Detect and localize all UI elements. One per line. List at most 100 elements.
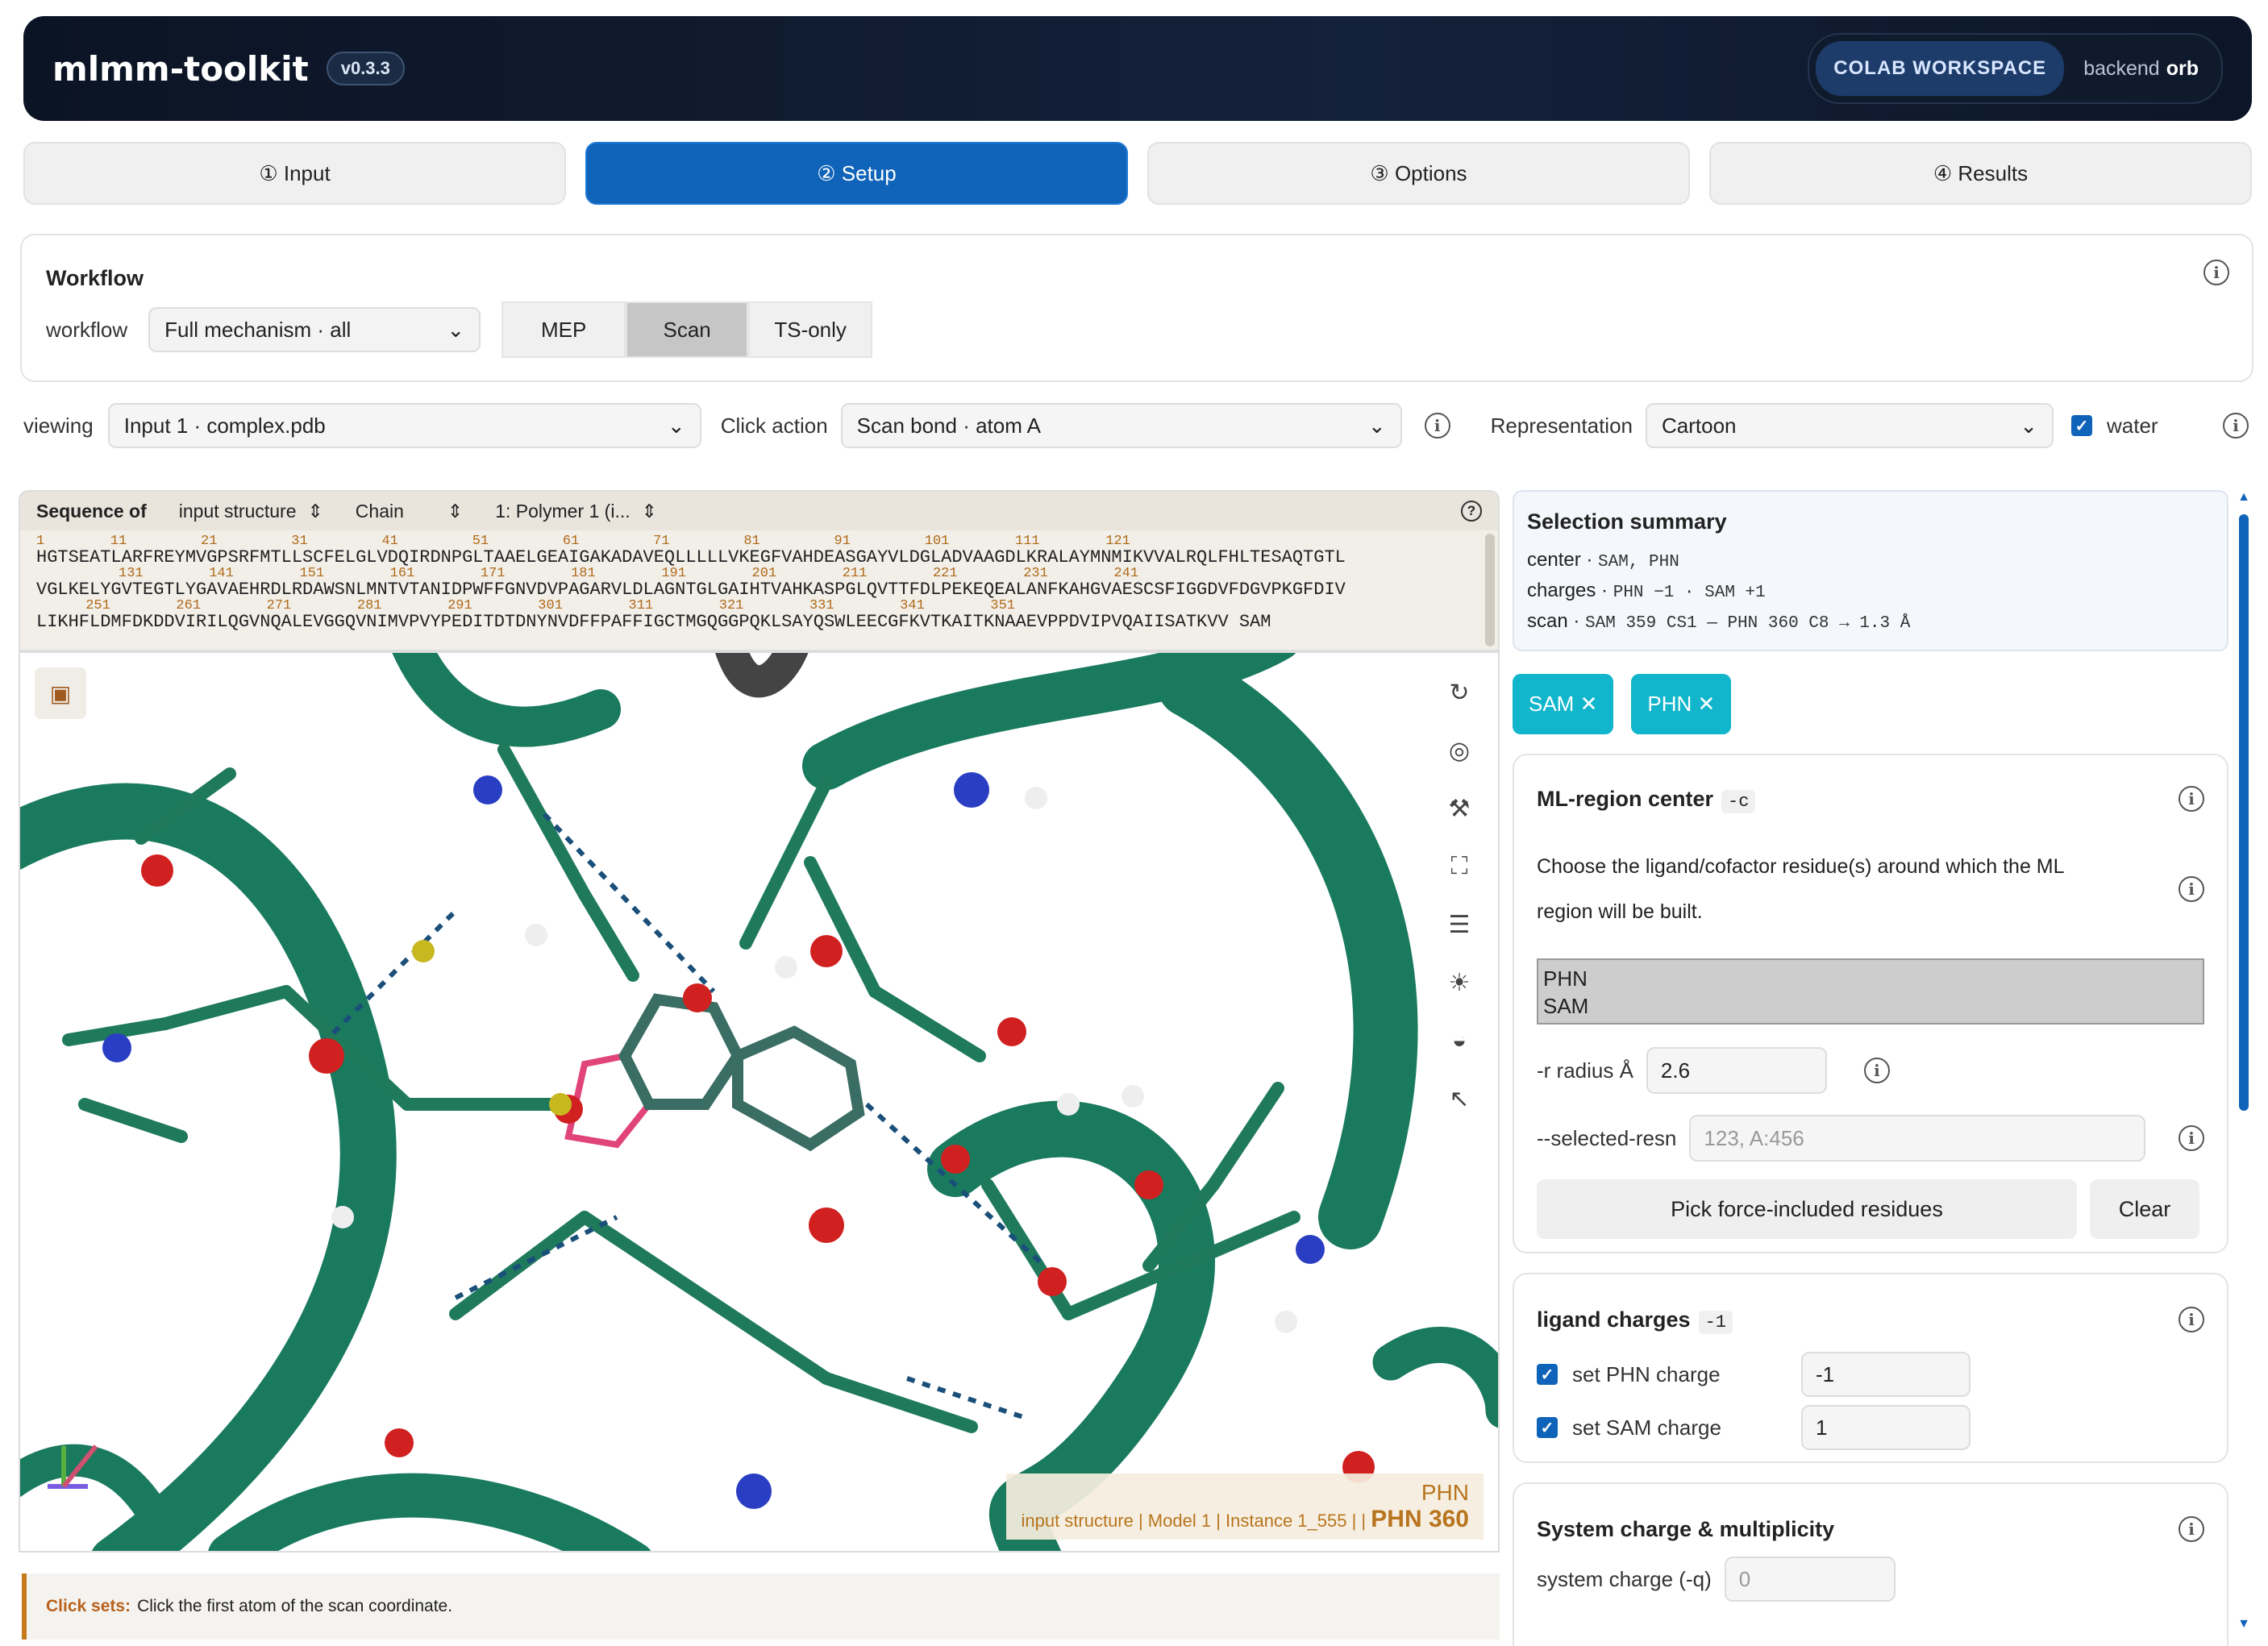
info-icon[interactable]: i (1424, 413, 1450, 439)
mode-mep-button[interactable]: MEP (501, 301, 626, 358)
hydrogen-atom (1275, 1311, 1297, 1333)
residue-chips: SAM ✕ PHN ✕ (1513, 674, 2228, 734)
representation-label: Representation (1490, 413, 1633, 438)
summary-center: center · SAM, PHN (1527, 549, 2214, 572)
info-icon[interactable]: i (2179, 1516, 2204, 1542)
summary-title: Selection summary (1527, 509, 1727, 534)
water-checkbox[interactable]: ✓ (2071, 415, 2092, 436)
playback-icon[interactable]: ▣ (35, 667, 86, 719)
sort-icon: ⇕ (641, 500, 657, 522)
vr-icon[interactable]: ◒ (1435, 1016, 1484, 1066)
representation-select-value: Cartoon (1662, 413, 1737, 438)
sort-icon: ⇕ (447, 500, 464, 522)
selected-resn-input[interactable]: 123, A:456 (1689, 1115, 2146, 1162)
workflow-mode-toggle: MEP Scan TS-only (501, 301, 873, 358)
sam-charge-input[interactable]: 1 (1801, 1405, 1970, 1450)
info-icon[interactable]: i (2179, 786, 2204, 812)
sequence-scrollbar[interactable] (1485, 534, 1495, 646)
molecule-viewer[interactable]: ▣ ↻ ◎ ⚒ ⛶ ☰ ☀ ◒ ↖ PHN input structure | … (19, 651, 1500, 1552)
step-tabs: ① Input ② Setup ③ Options ④ Results (23, 142, 2252, 205)
viewing-select-value: Input 1 · complex.pdb (123, 413, 326, 438)
sulfur-atom (549, 1093, 572, 1116)
mode-scan-button[interactable]: Scan (626, 301, 749, 358)
tab-options[interactable]: ③ Options (1147, 142, 1690, 205)
side-panel: Selection summary center · SAM, PHN char… (1513, 490, 2228, 1646)
info-icon[interactable]: i (2179, 876, 2204, 902)
system-charge-input[interactable]: 0 (1724, 1557, 1896, 1602)
ligand-charges-flag: -1 (1698, 1310, 1733, 1334)
sequence-numbers: 1 11 21 31 41 51 61 71 81 91 101 111 121 (36, 534, 1130, 549)
sequence-chain-select[interactable]: Chain ⇕ (356, 501, 463, 522)
reset-view-icon[interactable]: ↻ (1435, 667, 1484, 717)
ml-center-description: Choose the ligand/cofactor residue(s) ar… (1537, 855, 2064, 923)
scroll-down-icon[interactable]: ▼ (2237, 1617, 2251, 1631)
info-icon[interactable]: i (2179, 1125, 2204, 1151)
sequence-line[interactable]: VGLKELYGVTEGTLYGAVAEHRDLRDAWSNLMNTVTANID… (20, 580, 1498, 600)
viewing-select[interactable]: Input 1 · complex.pdb ⌄ (107, 403, 701, 448)
selection-cursor-icon[interactable]: ↖ (1435, 1074, 1484, 1124)
clear-button[interactable]: Clear (2090, 1179, 2199, 1239)
info-icon[interactable]: i (2203, 260, 2229, 285)
lighting-icon[interactable]: ☀ (1435, 958, 1484, 1008)
nitrogen-atom (473, 775, 502, 804)
sequence-polymer-select[interactable]: 1: Polymer 1 (i... ⇕ (495, 501, 657, 522)
oxygen-atom (1038, 1267, 1067, 1296)
ligand-charges-title: ligand charges (1537, 1307, 1691, 1332)
chip-phn[interactable]: PHN ✕ (1631, 674, 1732, 734)
sequence-line[interactable]: HGTSEATLARFREYMVGPSRFMTLLSCFELGLVDQIRDNP… (20, 548, 1498, 567)
pick-residues-button[interactable]: Pick force-included residues (1537, 1179, 2077, 1239)
mode-ts-only-button[interactable]: TS-only (748, 301, 873, 358)
axes-icon (48, 1444, 98, 1489)
sequence-line[interactable]: LIKHFLDMFDKDDVIRILQGVNQALEVGGQVNIMVPVYPE… (20, 613, 1498, 632)
oxygen-atom (683, 983, 712, 1012)
settings-sliders-icon[interactable]: ☰ (1435, 900, 1484, 950)
hydrogen-atom (331, 1206, 354, 1228)
click-action-select-value: Scan bond · atom A (856, 413, 1042, 438)
wrench-icon[interactable]: ⚒ (1435, 784, 1484, 833)
click-action-label: Click action (720, 413, 828, 438)
backend-label: backend (2083, 56, 2160, 80)
workflow-select[interactable]: Full mechanism · all ⌄ (148, 307, 481, 352)
oxygen-atom (809, 1207, 844, 1243)
tab-setup[interactable]: ② Setup (585, 142, 1128, 205)
phn-charge-checkbox[interactable]: ✓ (1537, 1364, 1558, 1385)
ml-center-flag: -c (1721, 789, 1756, 813)
snapshot-icon[interactable]: ◎ (1435, 725, 1484, 775)
info-icon[interactable]: i (2179, 1307, 2204, 1332)
representation-select[interactable]: Cartoon ⌄ (1646, 403, 2054, 448)
molecule-render[interactable] (20, 653, 1500, 1552)
selection-summary: Selection summary center · SAM, PHN char… (1513, 490, 2228, 651)
chevron-down-icon: ⌄ (1367, 413, 1386, 438)
tab-results[interactable]: ④ Results (1709, 142, 2252, 205)
sam-charge-checkbox[interactable]: ✓ (1537, 1417, 1558, 1438)
hydrogen-atom (1122, 1085, 1144, 1108)
info-icon[interactable]: i (2223, 413, 2249, 439)
backend-value: orb (2166, 56, 2199, 80)
info-icon[interactable]: i (1863, 1058, 1890, 1083)
scrollbar-thumb[interactable] (2239, 514, 2249, 1111)
summary-center-label: center · (1527, 549, 1593, 571)
scroll-up-icon[interactable]: ▲ (2237, 490, 2251, 505)
hydrogen-atom (525, 924, 547, 946)
tab-input[interactable]: ① Input (23, 142, 566, 205)
legend-path: input structure | Model 1 | Instance 1_5… (1021, 1511, 1367, 1531)
sequence-source-select[interactable]: input structure ⇕ (179, 501, 323, 522)
side-panel-scrollbar[interactable]: ▲ ▼ (2237, 490, 2251, 1631)
expand-icon[interactable]: ⛶ (1435, 842, 1484, 892)
radius-input[interactable]: 2.6 (1646, 1047, 1827, 1094)
oxygen-atom (309, 1038, 344, 1074)
center-option[interactable]: PHN (1543, 965, 2198, 992)
app-name: mlmm-toolkit (52, 48, 309, 89)
ml-center-card: ML-region center -c i Choose the ligand/co… (1513, 754, 2228, 1253)
phn-charge-input[interactable]: -1 (1801, 1352, 1970, 1397)
sulfur-atom (412, 940, 435, 962)
oxygen-atom (1134, 1170, 1163, 1199)
center-residue-list[interactable]: PHN SAM (1537, 958, 2204, 1025)
ligand-charges-card: ligand charges -1 i ✓ set PHN charge -1 ✓ … (1513, 1273, 2228, 1463)
center-option[interactable]: SAM (1543, 992, 2198, 1020)
help-icon[interactable]: ? (1461, 501, 1482, 522)
oxygen-atom (141, 854, 173, 887)
sequence-polymer-value: 1: Polymer 1 (i... (495, 500, 630, 522)
click-action-select[interactable]: Scan bond · atom A ⌄ (840, 403, 1402, 448)
chip-sam[interactable]: SAM ✕ (1513, 674, 1614, 734)
